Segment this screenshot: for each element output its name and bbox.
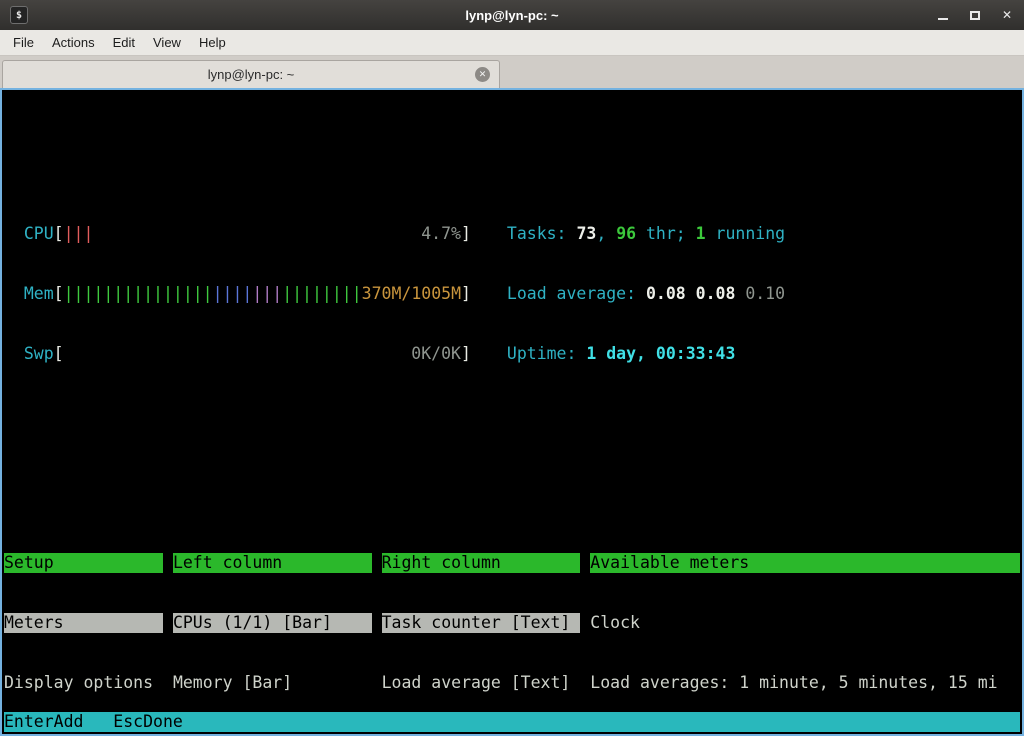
app-icon-glyph: $ xyxy=(16,10,22,21)
cpu-meter-label: CPU xyxy=(24,224,54,244)
memory-bars-buffers: |||| xyxy=(213,284,253,304)
right-column-header: Right column xyxy=(382,553,581,573)
htop-header: CPU[|||4.7%] Mem[|||||||||||||||||||||||… xyxy=(4,172,1020,404)
setup-panels: Setup Meters Display options Colors Colu… xyxy=(4,513,1020,736)
cpu-meter: CPU[||| 4.7%] xyxy=(24,224,471,244)
menu-edit[interactable]: Edit xyxy=(104,30,144,55)
memory-bars-used: ||||||||||||||| xyxy=(64,284,213,304)
menu-help[interactable]: Help xyxy=(190,30,235,55)
terminal-app-icon[interactable]: $ xyxy=(10,6,28,24)
memory-bars-used-2: |||||||| xyxy=(282,284,361,304)
terminal-tab[interactable]: lynp@lyn-pc: ~ ✕ xyxy=(2,60,500,88)
menu-file[interactable]: File xyxy=(4,30,43,55)
swap-meter-value: 0K/0K xyxy=(411,344,461,364)
menu-bar: File Actions Edit View Help xyxy=(0,30,1024,56)
minimize-icon[interactable] xyxy=(936,7,950,23)
memory-meter: Mem[||||||||||||||||||||||||||||||370M/1… xyxy=(24,284,471,304)
terminal-window: $ lynp@lyn-pc: ~ ✕ File Actions Edit Vie… xyxy=(0,0,1024,736)
done-action[interactable]: Done xyxy=(143,712,213,732)
tasks-count: 73 xyxy=(576,224,596,244)
title-bar[interactable]: $ lynp@lyn-pc: ~ ✕ xyxy=(0,0,1024,30)
setup-category-item-meters[interactable]: Meters xyxy=(4,613,163,633)
tasks-label: Tasks: xyxy=(507,224,577,244)
setup-categories-panel: Setup Meters Display options Colors Colu… xyxy=(4,513,163,736)
threads-label: thr; xyxy=(636,224,696,244)
left-column-item[interactable]: CPUs (1/1) [Bar] xyxy=(173,613,372,633)
left-column-panel: Left column CPUs (1/1) [Bar] Memory [Bar… xyxy=(173,513,372,736)
swap-meter: Swp[0K/0K] xyxy=(24,344,471,364)
maximize-icon[interactable] xyxy=(968,7,982,23)
menu-actions[interactable]: Actions xyxy=(43,30,104,55)
swap-meter-close-bracket: ] xyxy=(461,344,471,364)
available-meter-item[interactable]: Clock xyxy=(590,613,1020,633)
tab-close-icon[interactable]: ✕ xyxy=(475,67,490,82)
available-meters-panel: Available meters Clock Load averages: 1 … xyxy=(590,513,1020,736)
setup-categories-header: Setup xyxy=(4,553,163,573)
right-column-panel: Right column Task counter [Text] Load av… xyxy=(382,513,581,736)
swap-meter-label: Swp xyxy=(24,344,54,364)
left-column-item[interactable]: Memory [Bar] xyxy=(173,673,372,693)
add-action[interactable]: Add xyxy=(54,712,114,732)
memory-meter-value: 370M/1005M xyxy=(362,284,461,304)
menu-view[interactable]: View xyxy=(144,30,190,55)
threads-count: 96 xyxy=(616,224,636,244)
tasks-line: Tasks: 73, 96 thr; 1 running xyxy=(507,224,785,244)
window-title: lynp@lyn-pc: ~ xyxy=(0,8,1024,23)
load-5min: 0.08 xyxy=(696,284,736,304)
esc-key-hint[interactable]: Esc xyxy=(113,712,143,732)
function-bar: Enter Add Esc Done xyxy=(4,712,1020,732)
tab-label: lynp@lyn-pc: ~ xyxy=(208,67,295,82)
enter-key-hint[interactable]: Enter xyxy=(4,712,54,732)
memory-meter-open-bracket: [ xyxy=(54,284,64,304)
running-label: running xyxy=(706,224,785,244)
right-column-item[interactable]: Task counter [Text] xyxy=(382,613,581,633)
memory-meter-label: Mem xyxy=(24,284,54,304)
cpu-meter-value: 4.7% xyxy=(421,224,461,244)
uptime-line: Uptime: 1 day, 00:33:43 xyxy=(507,344,785,364)
window-controls: ✕ xyxy=(936,7,1014,23)
cpu-meter-bars: ||| xyxy=(64,224,94,244)
load-1min: 0.08 xyxy=(646,284,686,304)
tab-bar: lynp@lyn-pc: ~ ✕ xyxy=(0,56,1024,88)
memory-bars-cache: ||| xyxy=(252,284,282,304)
available-meter-item[interactable]: Load averages: 1 minute, 5 minutes, 15 m… xyxy=(590,673,1020,693)
load-average-label: Load average: xyxy=(507,284,646,304)
uptime-value: 1 day, 00:33:43 xyxy=(586,344,735,364)
swap-meter-open-bracket: [ xyxy=(54,344,64,364)
function-bar-filler xyxy=(213,712,1020,732)
cpu-meter-close-bracket: ] xyxy=(461,224,471,244)
setup-category-item-display-options[interactable]: Display options xyxy=(4,673,163,693)
running-count: 1 xyxy=(696,224,706,244)
available-meters-header: Available meters xyxy=(590,553,1020,573)
cpu-meter-open-bracket: [ xyxy=(54,224,64,244)
memory-meter-close-bracket: ] xyxy=(461,284,471,304)
meters-column-right: Tasks: 73, 96 thr; 1 running Load averag… xyxy=(507,184,785,404)
right-column-item[interactable]: Load average [Text] xyxy=(382,673,581,693)
meters-column-left: CPU[|||4.7%] Mem[|||||||||||||||||||||||… xyxy=(24,184,471,404)
terminal-screen[interactable]: CPU[|||4.7%] Mem[|||||||||||||||||||||||… xyxy=(0,88,1024,736)
load-15min: 0.10 xyxy=(745,284,785,304)
left-column-header: Left column xyxy=(173,553,372,573)
close-icon[interactable]: ✕ xyxy=(1000,7,1014,23)
load-average-line: Load average: 0.08 0.08 0.10 xyxy=(507,284,785,304)
tasks-separator: , xyxy=(596,224,616,244)
uptime-label: Uptime: xyxy=(507,344,586,364)
